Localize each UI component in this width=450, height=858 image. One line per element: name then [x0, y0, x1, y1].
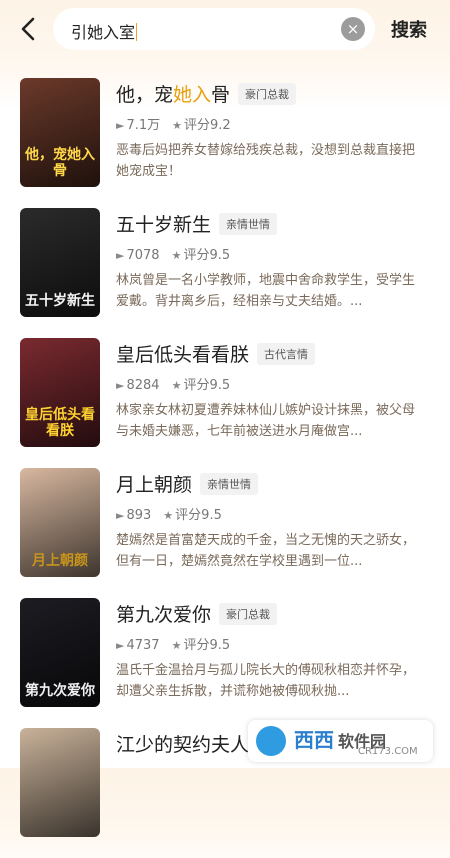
cover-image[interactable]: [20, 728, 100, 837]
description: 楚嫣然是首富楚天成的千金，当之无愧的天之骄女，但有一日，楚嫣然竟然在学校里遇到一…: [116, 533, 416, 569]
rating: 评分9.5: [183, 638, 231, 653]
drama-title[interactable]: 皇后低头看看朕: [116, 344, 249, 366]
rating: 评分9.2: [184, 118, 231, 133]
clear-icon[interactable]: ×: [341, 17, 365, 41]
star-icon: ★: [171, 249, 182, 262]
star-icon: ★: [163, 509, 174, 522]
cover-image[interactable]: 月上朝颜: [20, 468, 100, 577]
genre-tag: 豪门总裁: [238, 82, 297, 105]
list-item[interactable]: 五十岁新生 五十岁新生 亲情世情 ► 7078 ★ 评分9.5 林岚曾是一名小学教师，地震中舍…: [0, 208, 450, 338]
cover-title-logo: 第九次爱你: [25, 683, 95, 699]
rating: 评分9.5: [183, 378, 231, 393]
play-count-icon: ►: [116, 119, 125, 132]
title-line: 他，宠她入骨 豪门总裁: [116, 80, 297, 106]
view-count: 893: [126, 508, 152, 523]
genre-tag: 亲情世情: [200, 472, 259, 495]
play-count-icon: ►: [116, 639, 125, 652]
view-count: 4737: [126, 638, 160, 653]
chevron-left-icon: [21, 17, 35, 41]
stats-line: ► 7.1万 ★ 评分9.2: [116, 114, 231, 133]
stats-line: ► 8284 ★ 评分9.5: [116, 374, 230, 393]
cover-image[interactable]: 他，宠她入骨: [20, 78, 100, 187]
title-line: 皇后低头看看朕 古代言情: [116, 340, 316, 366]
stats-line: ► 4737 ★ 评分9.5: [116, 634, 230, 653]
cover-image[interactable]: 皇后低头看看朕: [20, 338, 100, 447]
description: 恶毒后妈把养女替嫁给残疾总裁，没想到总裁直接把她宠成宝！: [116, 143, 416, 179]
view-count: 7.1万: [126, 118, 161, 133]
drama-title[interactable]: 他，宠她入骨: [116, 84, 230, 106]
genre-tag: 豪门总裁: [219, 602, 278, 625]
title-line: 月上朝颜 亲情世情: [116, 470, 259, 496]
watermark-icon: [256, 726, 286, 756]
play-count-icon: ►: [116, 509, 125, 522]
title-line: 第九次爱你 豪门总裁: [116, 600, 278, 626]
rating: 评分9.5: [175, 508, 222, 523]
genre-tag: 古代言情: [257, 342, 316, 365]
text-cursor: [136, 23, 138, 41]
cover-title-logo: 月上朝颜: [32, 553, 88, 569]
search-button[interactable]: 搜索: [391, 16, 427, 42]
cover-image[interactable]: 第九次爱你: [20, 598, 100, 707]
search-field[interactable]: 引她入室 ×: [53, 8, 375, 50]
cover-title-logo: 五十岁新生: [25, 293, 95, 309]
play-count-icon: ►: [116, 379, 125, 392]
view-count: 7078: [126, 248, 160, 263]
description: 温氏千金温拾月与孤儿院长大的傅砚秋相恋并怀孕，却遭父亲生拆散，并谎称她被傅砚秋抛…: [116, 663, 416, 699]
drama-title[interactable]: 江少的契约夫人: [116, 734, 249, 756]
back-button[interactable]: [14, 14, 44, 44]
rating: 评分9.5: [183, 248, 231, 263]
list-item[interactable]: 第九次爱你 第九次爱你 豪门总裁 ► 4737 ★ 评分9.5 温氏千金温拾月与孤儿院长大的傅…: [0, 598, 450, 728]
star-icon: ★: [172, 119, 183, 132]
cover-title-logo: 皇后低头看看朕: [25, 407, 95, 439]
drama-title[interactable]: 五十岁新生: [116, 214, 211, 236]
star-icon: ★: [171, 639, 182, 652]
stats-line: ► 893 ★ 评分9.5: [116, 504, 222, 523]
list-item[interactable]: 月上朝颜 月上朝颜 亲情世情 ► 893 ★ 评分9.5 楚嫣然是首富楚天成的千金，当之无愧的…: [0, 468, 450, 598]
play-count-icon: ►: [116, 249, 125, 262]
stats-line: ► 7078 ★ 评分9.5: [116, 244, 230, 263]
drama-title[interactable]: 第九次爱你: [116, 604, 211, 626]
view-count: 8284: [126, 378, 160, 393]
watermark-logo: 西西 软件园 CR173.COM: [248, 720, 433, 762]
watermark-site: CR173.COM: [358, 746, 418, 757]
drama-title[interactable]: 月上朝颜: [116, 474, 192, 496]
list-item[interactable]: 皇后低头看看朕 皇后低头看看朕 古代言情 ► 8284 ★ 评分9.5 林家亲女林初夏遭养妹林…: [0, 338, 450, 468]
top-bar: 引她入室 × 搜索: [0, 0, 450, 58]
title-line: 江少的契约夫人: [116, 730, 249, 756]
cover-title-logo: 他，宠她入骨: [25, 147, 95, 179]
cover-image[interactable]: 五十岁新生: [20, 208, 100, 317]
list-item[interactable]: 他，宠她入骨 他，宠她入骨 豪门总裁 ► 7.1万 ★ 评分9.2 恶毒后妈把养女替嫁给残疾总…: [0, 78, 450, 208]
search-input[interactable]: 引她入室: [71, 19, 138, 43]
description: 林家亲女林初夏遭养妹林仙儿嫉妒设计抹黑，被父母与未婚夫嫌恶，七年前被送进水月庵做…: [116, 403, 416, 439]
description: 林岚曾是一名小学教师，地震中舍命救学生，受学生爱戴。背井离乡后，经相亲与丈夫结婚…: [116, 273, 416, 309]
star-icon: ★: [171, 379, 182, 392]
genre-tag: 亲情世情: [219, 212, 278, 235]
title-line: 五十岁新生 亲情世情: [116, 210, 278, 236]
